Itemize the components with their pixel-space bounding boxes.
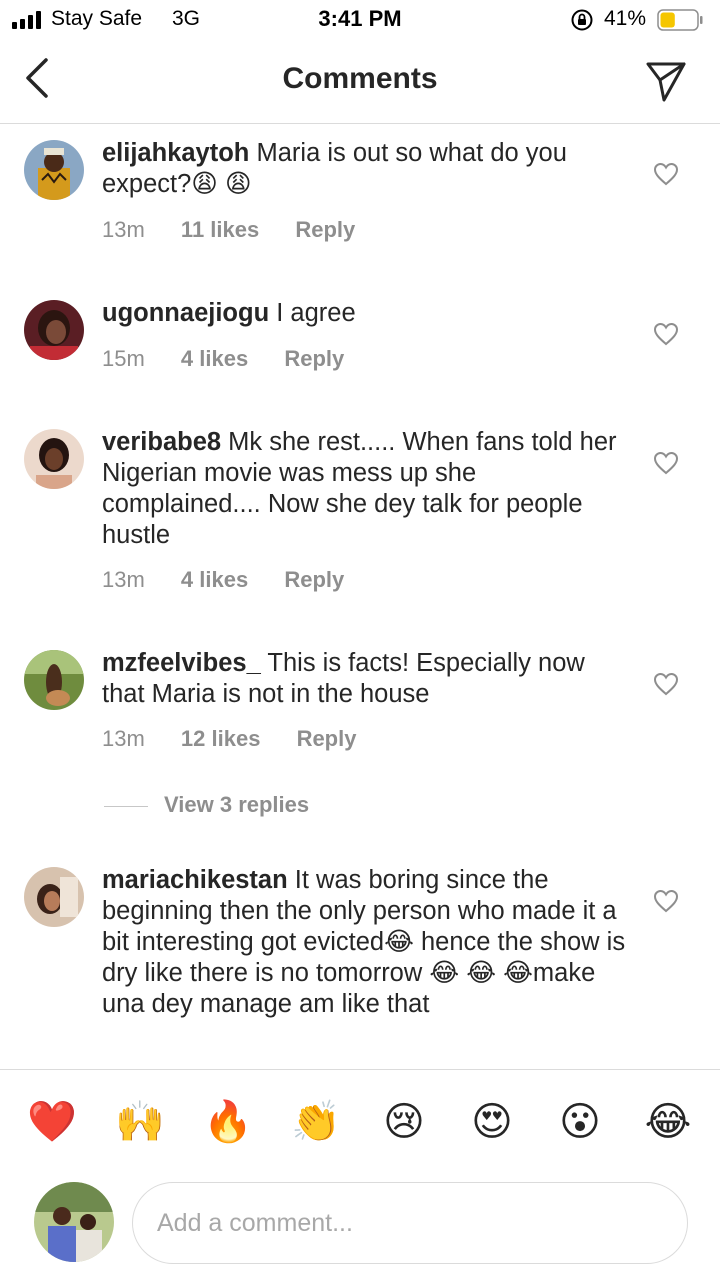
avatar[interactable] xyxy=(24,300,84,360)
comment-likes[interactable]: 4 likes xyxy=(181,567,248,593)
comment-list[interactable]: elijahkaytoh Maria is out so what do you… xyxy=(0,125,720,1068)
orientation-lock-icon xyxy=(571,9,593,31)
comment-time: 13m xyxy=(102,217,145,242)
reply-button[interactable]: Reply xyxy=(295,217,355,243)
status-bar: Stay Safe 3G 3:41 PM 41% xyxy=(0,0,720,40)
heart-eyes-emoji-button[interactable]: 😍 xyxy=(464,1098,520,1146)
avatar xyxy=(34,1182,114,1262)
reply-button[interactable]: Reply xyxy=(284,567,344,593)
comment-username[interactable]: elijahkaytoh xyxy=(102,139,249,167)
reply-button[interactable]: Reply xyxy=(297,726,357,752)
avatar[interactable] xyxy=(24,867,84,927)
comment-composer xyxy=(0,1170,720,1280)
battery-percent: 41% xyxy=(604,7,647,30)
emoji-bar: ❤️ 🙌 🔥 👏 😢 😍 😮 😂 xyxy=(0,1069,720,1169)
page-title: Comments xyxy=(282,62,438,95)
header: Comments xyxy=(0,40,720,124)
tears-of-joy-emoji-button[interactable]: 😂 xyxy=(640,1098,696,1146)
paper-plane-icon[interactable] xyxy=(642,56,690,104)
heart-icon[interactable] xyxy=(653,451,679,475)
battery-icon xyxy=(657,9,703,31)
replies-divider xyxy=(104,806,148,807)
heart-icon[interactable] xyxy=(653,672,679,696)
comment-time: 13m xyxy=(102,567,145,592)
comment-likes[interactable]: 12 likes xyxy=(181,726,261,752)
avatar[interactable] xyxy=(24,650,84,710)
heart-icon[interactable] xyxy=(653,162,679,186)
comment-username[interactable]: mzfeelvibes_ xyxy=(102,649,261,677)
raising-hands-emoji-button[interactable]: 🙌 xyxy=(112,1098,168,1146)
heart-icon[interactable] xyxy=(653,322,679,346)
comment-text: I agree xyxy=(276,299,356,327)
fire-emoji-button[interactable]: 🔥 xyxy=(200,1098,256,1146)
view-replies-label: View 3 replies xyxy=(164,792,310,817)
avatar[interactable] xyxy=(24,429,84,489)
comment-time: 15m xyxy=(102,346,145,371)
comment-likes[interactable]: 4 likes xyxy=(181,346,248,372)
comment-username[interactable]: ugonnaejiogu xyxy=(102,299,269,327)
clapping-hands-emoji-button[interactable]: 👏 xyxy=(288,1098,344,1146)
comment-input[interactable] xyxy=(132,1182,688,1264)
avatar[interactable] xyxy=(24,140,84,200)
comment-username[interactable]: mariachikestan xyxy=(102,866,288,894)
heart-emoji-button[interactable]: ❤️ xyxy=(24,1098,80,1146)
crying-face-emoji-button[interactable]: 😢 xyxy=(376,1098,432,1146)
surprised-face-emoji-button[interactable]: 😮 xyxy=(552,1098,608,1146)
comment-likes[interactable]: 11 likes xyxy=(181,217,259,243)
reply-button[interactable]: Reply xyxy=(284,346,344,372)
comment-time: 13m xyxy=(102,726,145,751)
heart-icon[interactable] xyxy=(653,889,679,913)
comment-username[interactable]: veribabe8 xyxy=(102,428,221,456)
